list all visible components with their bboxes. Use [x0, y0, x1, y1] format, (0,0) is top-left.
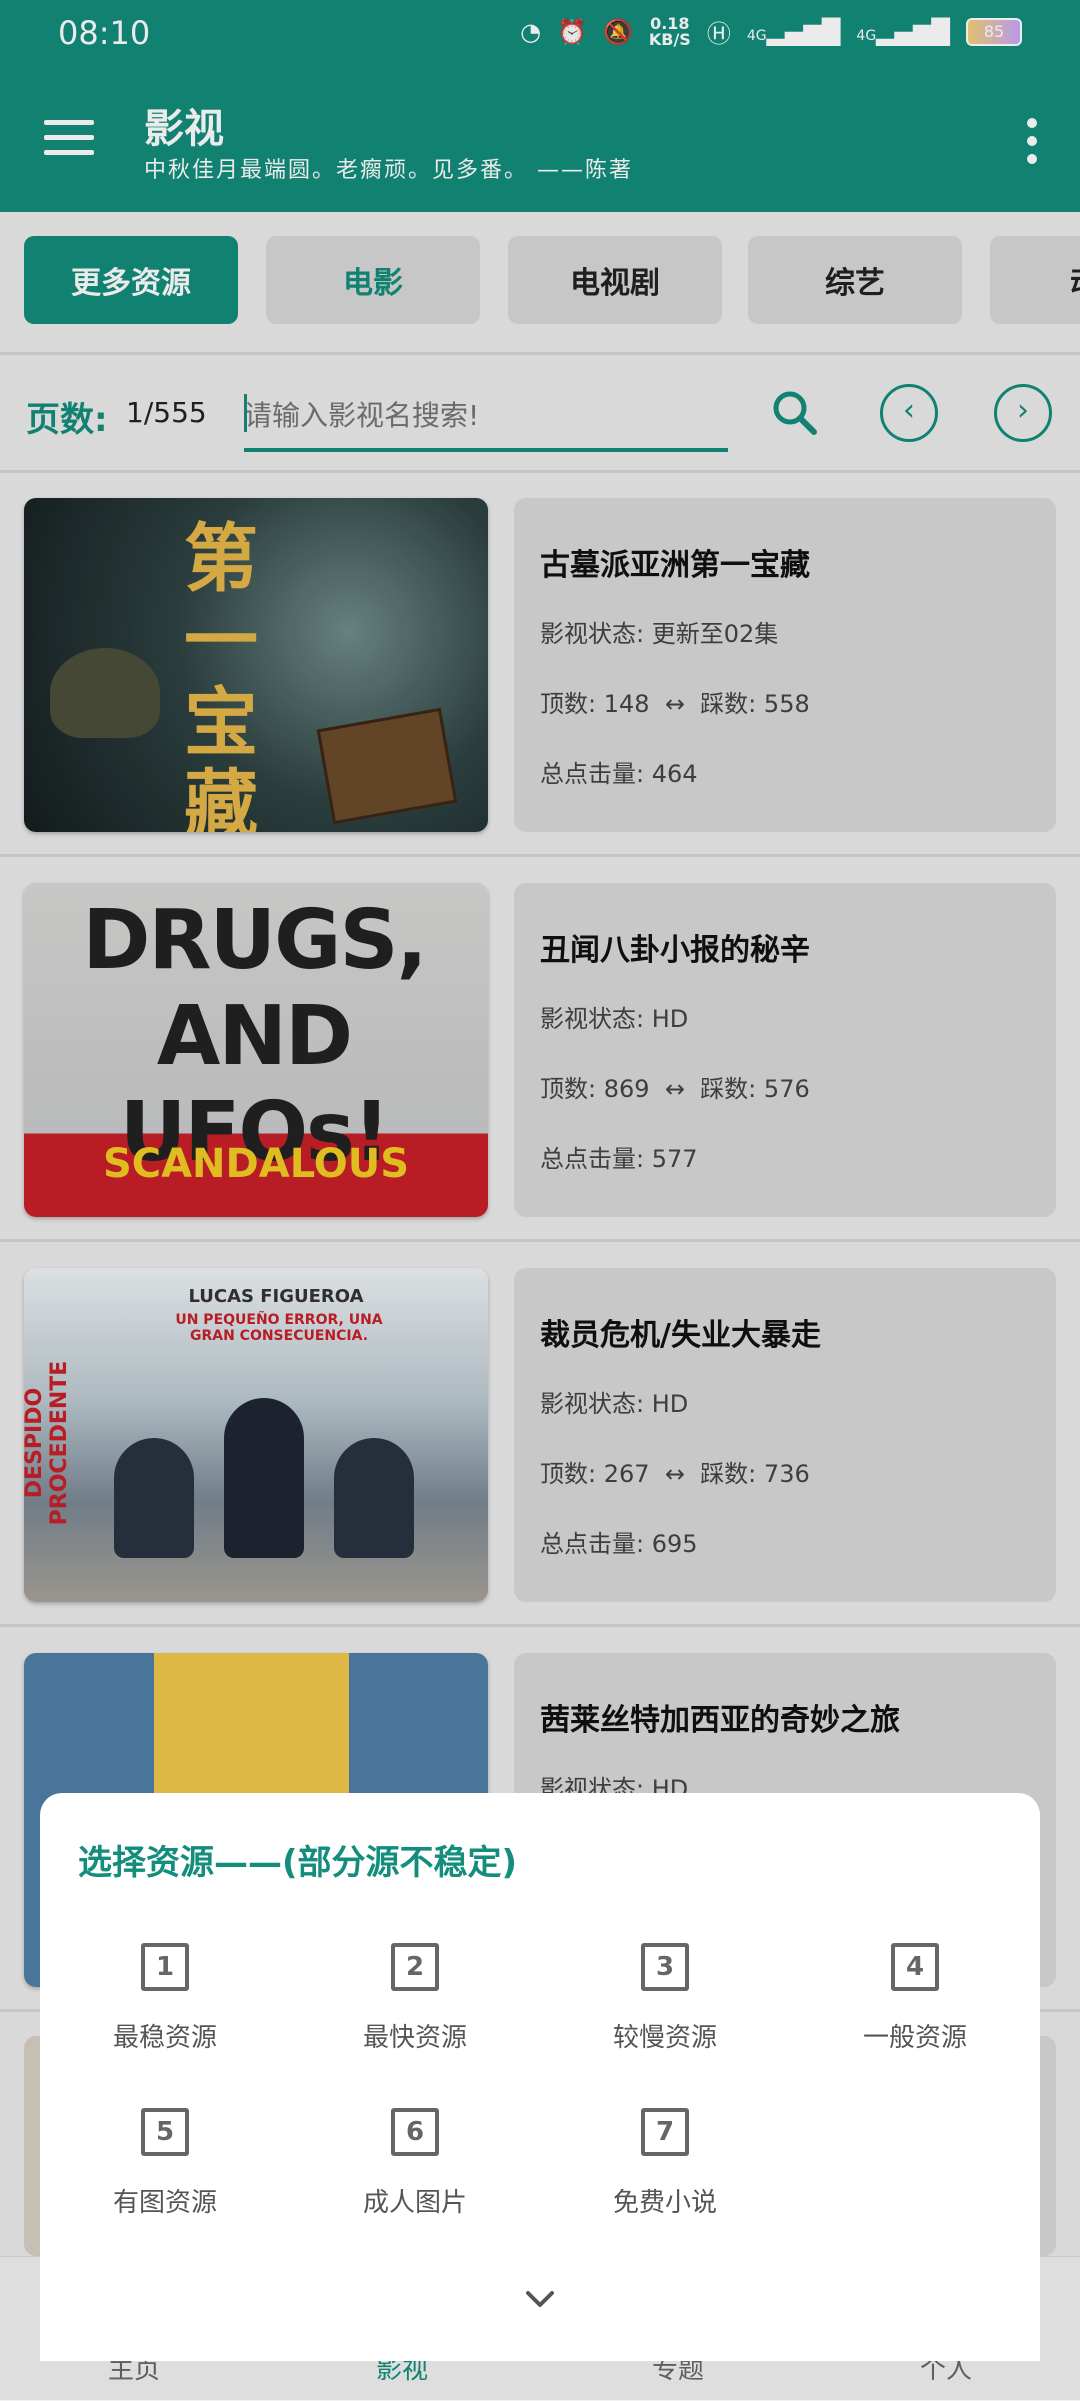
number-5-icon: 5 — [141, 2108, 189, 2156]
option-3[interactable]: 3 较慢资源 — [595, 1943, 735, 2063]
option-1[interactable]: 1 最稳资源 — [95, 1943, 235, 2063]
option-4[interactable]: 4 一般资源 — [845, 1943, 985, 2063]
option-label: 较慢资源 — [612, 2023, 717, 2053]
number-1-icon: 1 — [141, 1943, 189, 1991]
option-2[interactable]: 2 最快资源 — [345, 1943, 485, 2063]
number-2-icon: 2 — [391, 1943, 439, 1991]
number-3-icon: 3 — [641, 1943, 689, 1991]
chevron-down-icon[interactable] — [524, 2283, 556, 2315]
option-label: 免费小说 — [612, 2188, 717, 2218]
option-label: 最稳资源 — [112, 2023, 217, 2053]
number-4-icon: 4 — [891, 1943, 939, 1991]
option-label: 一般资源 — [862, 2023, 967, 2053]
option-6[interactable]: 6 成人图片 — [345, 2108, 485, 2228]
resource-picker-sheet: 选择资源——(部分源不稳定) 1 最稳资源 2 最快资源 3 较慢资源 4 一般… — [40, 1793, 1040, 2361]
number-7-icon: 7 — [641, 2108, 689, 2156]
option-label: 成人图片 — [362, 2188, 467, 2218]
option-label: 有图资源 — [112, 2188, 217, 2218]
number-6-icon: 6 — [391, 2108, 439, 2156]
option-5[interactable]: 5 有图资源 — [95, 2108, 235, 2228]
option-7[interactable]: 7 免费小说 — [595, 2108, 735, 2228]
sheet-title: 选择资源——(部分源不稳定) — [78, 1843, 518, 1883]
option-label: 最快资源 — [362, 2023, 467, 2053]
